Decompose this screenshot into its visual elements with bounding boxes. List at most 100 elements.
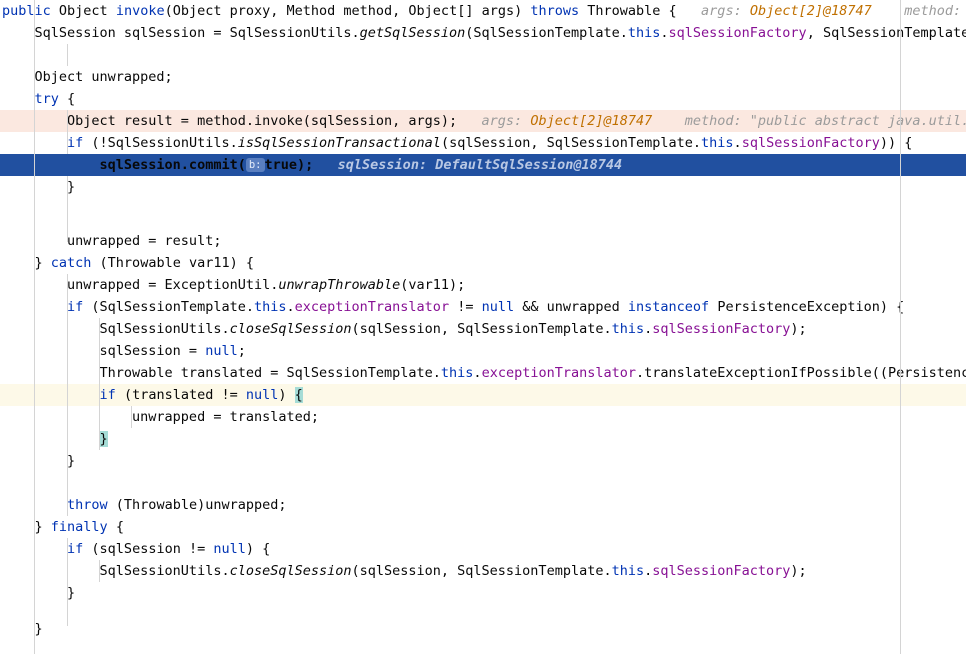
code-token: . — [733, 135, 742, 151]
inline-debugger-hint-value: Object[2]@18747 — [530, 113, 653, 129]
code-token: null — [481, 299, 515, 315]
code-line-text: } — [2, 428, 108, 450]
code-token: . — [286, 299, 295, 315]
indent-guide-tick — [67, 296, 68, 318]
code-line[interactable]: } — [0, 176, 966, 198]
code-line-text: Object result = method.invoke(sqlSession… — [2, 110, 966, 132]
code-token: catch — [50, 255, 92, 271]
code-line[interactable]: } — [0, 618, 966, 640]
indent-guide-tick — [67, 406, 68, 428]
indent-guide-tick — [67, 198, 68, 220]
code-line[interactable]: SqlSessionUtils.closeSqlSession(sqlSessi… — [0, 318, 966, 340]
code-line[interactable]: if (SqlSessionTemplate.this.exceptionTra… — [0, 296, 966, 318]
indent-guide-tick — [67, 44, 68, 66]
code-token: (Throwable var11) { — [91, 255, 254, 271]
parameter-hint-badge: b: — [245, 158, 265, 172]
code-line[interactable]: } — [0, 582, 966, 604]
inline-debugger-hint: args: — [676, 3, 750, 19]
code-line[interactable]: public Object invoke(Object proxy, Metho… — [0, 0, 966, 22]
code-token: (SqlSessionTemplate. — [83, 299, 254, 315]
code-line-text: } — [2, 582, 75, 604]
code-token: (!SqlSessionUtils. — [83, 135, 238, 151]
code-line[interactable] — [0, 198, 966, 220]
code-token: != — [449, 299, 482, 315]
code-line-text: } — [2, 450, 75, 472]
code-token: isSqlSessionTransactional — [237, 135, 441, 151]
code-line-text: throw (Throwable)unwrapped; — [2, 494, 286, 516]
indent-guide-tick — [67, 132, 68, 154]
code-token: Object result = method.invoke(sqlSession… — [2, 113, 458, 129]
code-token: SqlSessionUtils. — [2, 321, 230, 337]
code-token: null — [213, 541, 246, 557]
code-line[interactable]: } finally { — [0, 516, 966, 538]
code-line-text: } catch (Throwable var11) { — [2, 252, 254, 274]
code-line[interactable]: Object result = method.invoke(sqlSession… — [0, 110, 966, 132]
code-line[interactable]: if (translated != null) { — [0, 384, 966, 406]
code-line[interactable]: unwrapped = result; — [0, 230, 966, 252]
code-line[interactable]: sqlSession = null; — [0, 340, 966, 362]
code-line[interactable]: Throwable translated = SqlSessionTemplat… — [0, 362, 966, 384]
code-editor-pane[interactable]: public Object invoke(Object proxy, Metho… — [0, 0, 966, 654]
code-line[interactable]: sqlSession.commit(b: true); sqlSession: D… — [0, 154, 966, 176]
inline-debugger-hint: sqlSession: — [313, 157, 436, 173]
code-line[interactable]: unwrapped = ExceptionUtil.unwrapThrowabl… — [0, 274, 966, 296]
indent-guide-tick — [99, 362, 100, 384]
code-line[interactable]: SqlSession sqlSession = SqlSessionUtils.… — [0, 22, 966, 44]
code-line[interactable]: } — [0, 428, 966, 450]
code-token: ) { — [245, 541, 271, 557]
code-line-text: } — [2, 618, 43, 640]
code-token: ; — [237, 343, 246, 359]
code-token: (sqlSession != — [83, 541, 214, 557]
indent-guide-tick — [67, 220, 68, 242]
code-token: . — [473, 365, 482, 381]
code-token: . — [660, 25, 669, 41]
code-lines-container[interactable]: public Object invoke(Object proxy, Metho… — [0, 0, 966, 654]
code-line-text: if (!SqlSessionUtils.isSqlSessionTransac… — [2, 132, 912, 154]
code-token: public — [2, 3, 51, 19]
code-token: ); — [790, 321, 807, 337]
indent-guide-tick — [67, 340, 68, 362]
code-line[interactable]: Object unwrapped; — [0, 66, 966, 88]
code-token: true); — [264, 157, 314, 173]
code-token: } — [2, 519, 51, 535]
code-line[interactable]: if (sqlSession != null) { — [0, 538, 966, 560]
code-token: { — [58, 91, 76, 107]
code-line[interactable]: } catch (Throwable var11) { — [0, 252, 966, 274]
code-line[interactable]: } — [0, 450, 966, 472]
code-token: PersistenceException) { — [709, 299, 905, 315]
code-line-text: } finally { — [2, 516, 124, 538]
code-line-text: unwrapped = result; — [2, 230, 221, 252]
code-token: } — [2, 255, 51, 271]
code-token: this — [701, 135, 734, 151]
code-line-text: SqlSessionUtils.closeSqlSession(sqlSessi… — [2, 560, 807, 582]
code-line-text: SqlSession sqlSession = SqlSessionUtils.… — [2, 22, 966, 44]
code-token: ) — [278, 387, 295, 403]
code-token: this — [627, 25, 661, 41]
indent-guide-tick — [67, 560, 68, 582]
indent-guide-tick — [99, 406, 100, 428]
code-line[interactable]: throw (Throwable)unwrapped; — [0, 494, 966, 516]
code-token: (Throwable)unwrapped; — [107, 497, 287, 513]
code-line-text: Throwable translated = SqlSessionTemplat… — [2, 362, 966, 384]
code-line[interactable]: try { — [0, 88, 966, 110]
code-line[interactable]: if (!SqlSessionUtils.isSqlSessionTransac… — [0, 132, 966, 154]
code-line[interactable]: unwrapped = translated; — [0, 406, 966, 428]
code-token: )) { — [879, 135, 913, 151]
code-line[interactable] — [0, 472, 966, 494]
code-token: unwrapped = ExceptionUtil. — [2, 277, 279, 293]
code-line-text: } — [2, 176, 75, 198]
code-line[interactable] — [0, 44, 966, 66]
code-token: this — [611, 563, 645, 579]
code-line[interactable]: SqlSessionUtils.closeSqlSession(sqlSessi… — [0, 560, 966, 582]
indent-guide-tick — [67, 384, 68, 406]
code-token: null — [245, 387, 279, 403]
code-token: Object — [50, 3, 116, 19]
indent-guide-tick — [99, 560, 100, 582]
code-token: (translated != — [115, 387, 246, 403]
code-line-text: unwrapped = translated; — [2, 406, 319, 428]
